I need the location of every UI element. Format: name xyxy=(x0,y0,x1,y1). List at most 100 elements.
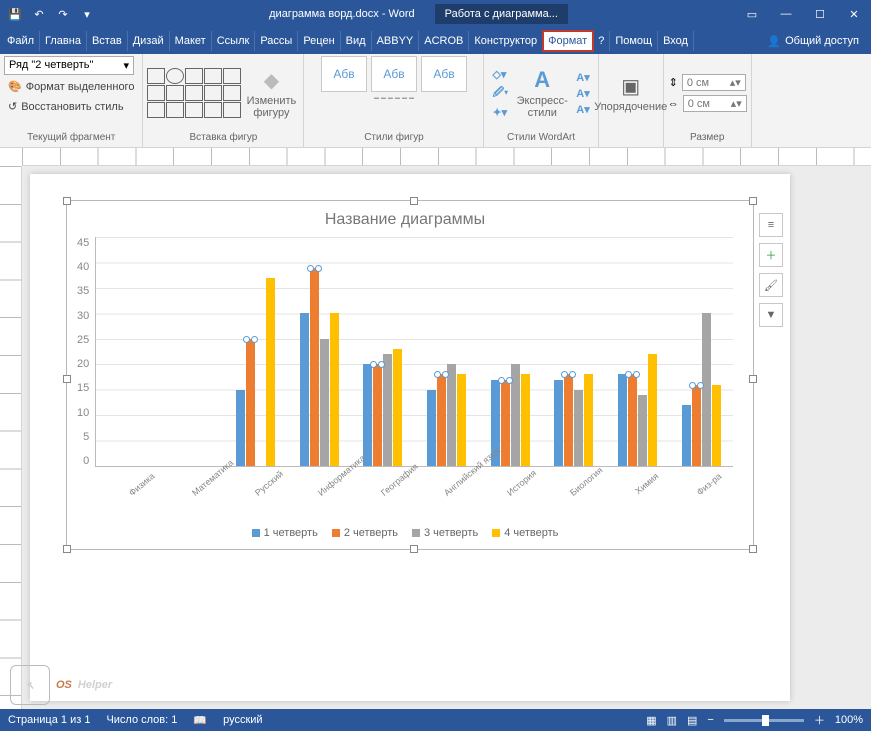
category-group[interactable] xyxy=(109,237,148,466)
save-icon[interactable]: 💾 xyxy=(4,3,26,25)
bar[interactable] xyxy=(300,313,309,466)
category-group[interactable] xyxy=(618,237,657,466)
tab-рассы[interactable]: Рассы xyxy=(255,31,298,51)
category-group[interactable] xyxy=(682,237,721,466)
tab-главна[interactable]: Главна xyxy=(40,31,87,51)
maximize-icon[interactable]: ☐ xyxy=(807,3,833,25)
width-input[interactable]: 0 см▴▾ xyxy=(683,95,747,112)
category-group[interactable] xyxy=(554,237,593,466)
spellcheck-icon[interactable]: 📖 xyxy=(193,714,207,727)
chart-filter-icon[interactable]: ▼ xyxy=(759,303,783,327)
bar[interactable] xyxy=(236,390,245,466)
chart-legend[interactable]: 1 четверть2 четверть3 четверть4 четверть xyxy=(77,527,733,539)
bar[interactable] xyxy=(393,349,402,466)
horizontal-ruler[interactable] xyxy=(22,148,871,166)
bar[interactable] xyxy=(373,364,382,466)
bar[interactable] xyxy=(638,395,647,466)
undo-icon[interactable]: ↶ xyxy=(28,3,50,25)
chart-title[interactable]: Название диаграммы xyxy=(77,211,733,229)
legend-item[interactable]: 2 четверть xyxy=(332,527,398,539)
read-mode-icon[interactable]: ▦ xyxy=(646,714,656,727)
selection-handle[interactable] xyxy=(749,197,757,205)
chart-style-icon[interactable]: 🖌 xyxy=(759,273,783,297)
bar[interactable] xyxy=(427,390,436,466)
edit-shape-button[interactable]: ◆ Изменить фигуру xyxy=(243,68,299,119)
tab-дизай[interactable]: Дизай xyxy=(128,31,170,51)
bar[interactable] xyxy=(320,339,329,466)
tab-рецен[interactable]: Рецен xyxy=(298,31,340,51)
bar[interactable] xyxy=(564,374,573,466)
style-preview[interactable]: Абв xyxy=(321,56,367,92)
tab-формат[interactable]: Формат xyxy=(543,31,593,51)
format-selection-button[interactable]: 🎨 Формат выделенного xyxy=(4,78,138,95)
chart-plot-area[interactable]: 454035302520151050 xyxy=(77,237,733,467)
category-group[interactable] xyxy=(300,237,339,466)
category-group[interactable] xyxy=(172,237,211,466)
bar[interactable] xyxy=(618,374,627,466)
legend-item[interactable]: 3 четверть xyxy=(412,527,478,539)
category-group[interactable] xyxy=(491,237,530,466)
category-group[interactable] xyxy=(427,237,466,466)
tab-abbyy[interactable]: ABBYY xyxy=(372,31,420,51)
bar[interactable] xyxy=(682,405,691,466)
language-indicator[interactable]: русский xyxy=(223,714,262,726)
reset-style-button[interactable]: ↺ Восстановить стиль xyxy=(4,98,128,115)
selection-handle[interactable] xyxy=(63,375,71,383)
bar[interactable] xyxy=(383,354,392,466)
selection-handle[interactable] xyxy=(410,197,418,205)
style-preview[interactable]: Абв xyxy=(371,56,417,92)
selection-handle[interactable] xyxy=(63,545,71,553)
tab-вид[interactable]: Вид xyxy=(341,31,372,51)
chart-object[interactable]: ≡ ＋ 🖌 ▼ Название диаграммы 4540353025201… xyxy=(66,200,754,550)
tab-file[interactable]: Файл xyxy=(2,31,40,51)
bar[interactable] xyxy=(310,268,319,466)
bar[interactable] xyxy=(702,313,711,466)
bar[interactable] xyxy=(330,313,339,466)
zoom-out-icon[interactable]: − xyxy=(707,714,713,726)
share-button[interactable]: 👤 Общий доступ xyxy=(757,31,869,52)
minimize-icon[interactable]: — xyxy=(773,3,799,25)
height-input[interactable]: 0 см▴▾ xyxy=(682,74,746,91)
chart-bars-area[interactable] xyxy=(95,237,733,467)
category-group[interactable] xyxy=(363,237,402,466)
style-preview[interactable]: Абв xyxy=(421,56,467,92)
shape-styles-gallery[interactable]: Абв Абв Абв xyxy=(321,56,467,92)
bar[interactable] xyxy=(574,390,583,466)
bar[interactable] xyxy=(246,339,255,466)
web-layout-icon[interactable]: ▤ xyxy=(687,714,697,727)
selection-handle[interactable] xyxy=(410,545,418,553)
bar[interactable] xyxy=(554,380,563,467)
tab-помощ[interactable]: Помощ xyxy=(610,31,658,51)
print-layout-icon[interactable]: ▥ xyxy=(667,714,677,727)
vertical-ruler[interactable] xyxy=(0,166,22,709)
tab-встав[interactable]: Встав xyxy=(87,31,128,51)
tab-?[interactable]: ? xyxy=(593,31,610,51)
chart-layout-icon[interactable]: ≡ xyxy=(759,213,783,237)
tab-вход[interactable]: Вход xyxy=(658,31,694,51)
series-selector-combo[interactable]: Ряд "2 четверть"▾ xyxy=(4,56,134,75)
zoom-in-icon[interactable]: ＋ xyxy=(814,712,825,728)
word-count[interactable]: Число слов: 1 xyxy=(106,714,177,726)
tab-макет[interactable]: Макет xyxy=(170,31,212,51)
bar[interactable] xyxy=(447,364,456,466)
category-group[interactable] xyxy=(236,237,275,466)
selection-handle[interactable] xyxy=(63,197,71,205)
bar[interactable] xyxy=(692,385,701,466)
tab-acrob[interactable]: ACROB xyxy=(419,31,469,51)
bar[interactable] xyxy=(266,278,275,466)
zoom-slider[interactable] xyxy=(724,719,804,722)
zoom-level[interactable]: 100% xyxy=(835,714,863,726)
bar[interactable] xyxy=(584,374,593,466)
bar[interactable] xyxy=(521,374,530,466)
tab-ссылк[interactable]: Ссылк xyxy=(212,31,256,51)
bar[interactable] xyxy=(712,385,721,466)
selection-handle[interactable] xyxy=(749,545,757,553)
arrange-button[interactable]: ▣ Упорядочение xyxy=(603,74,659,113)
express-styles-button[interactable]: A Экспресс-стили xyxy=(514,67,570,119)
ribbon-options-icon[interactable]: ▭ xyxy=(739,3,765,25)
bar[interactable] xyxy=(628,374,637,466)
legend-item[interactable]: 4 четверть xyxy=(492,527,558,539)
bar[interactable] xyxy=(648,354,657,466)
tab-конструктор[interactable]: Конструктор xyxy=(469,31,543,51)
page-indicator[interactable]: Страница 1 из 1 xyxy=(8,714,90,726)
